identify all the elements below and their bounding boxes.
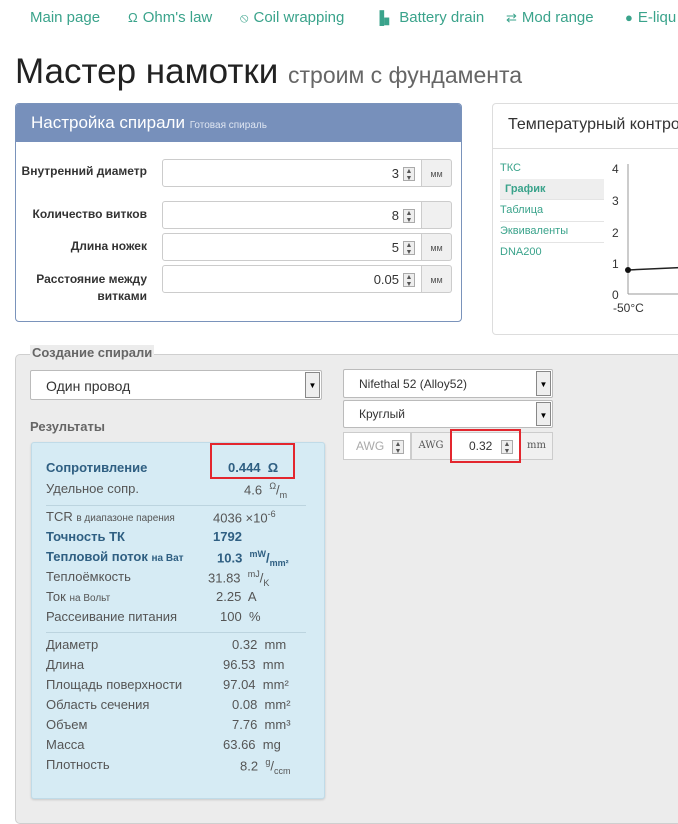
density-value: 8.2 g/ccm xyxy=(240,757,291,776)
accuracy-label: Точность ТК xyxy=(46,529,125,544)
drop-icon: ● xyxy=(625,10,633,25)
tcr-label: TCR в диапазоне парения xyxy=(46,509,175,524)
volume-label: Объем xyxy=(46,717,88,732)
mass-value: 63.66 mg xyxy=(223,737,281,752)
results-title: Результаты xyxy=(30,419,105,434)
nav-coil-wrapping[interactable]: ⦸ Coil wrapping xyxy=(240,9,344,26)
page-title: Мастер намотки строим с фундамента xyxy=(15,52,523,91)
y-tick-3: 3 xyxy=(612,194,619,208)
nav-ohms-law[interactable]: Ω Ohm's law xyxy=(128,9,212,26)
omega-icon: Ω xyxy=(128,10,138,25)
divider xyxy=(493,148,678,149)
diameter-label: Диаметр xyxy=(46,637,99,652)
heat-flux-label: Тепловой поток на Ват xyxy=(46,549,184,564)
x-tick: -50°C xyxy=(613,301,644,315)
spinner-icon[interactable]: ▲ ▼ xyxy=(403,167,415,182)
surface-area-value: 97.04 mm² xyxy=(223,677,289,692)
accuracy-value: 1792 xyxy=(213,529,242,544)
spacing-input[interactable]: 0.05 ▲ ▼ xyxy=(162,265,422,293)
temperature-graph xyxy=(625,164,678,295)
material-select[interactable]: Nifethal 52 (Alloy52) ▼ xyxy=(343,369,553,398)
nav-e-liquid[interactable]: ● E-liqu xyxy=(625,9,676,26)
cross-section-value: 0.08 mm² xyxy=(232,697,291,712)
tcr-value: 4036 ×10-6 xyxy=(213,509,276,526)
surface-area-label: Площадь поверхности xyxy=(46,677,183,692)
spinner-icon[interactable]: ▲ ▼ xyxy=(403,273,415,288)
volume-value: 7.76 mm³ xyxy=(232,717,291,732)
dissipation-value: 100 % xyxy=(220,609,261,624)
length-label: Длина xyxy=(46,657,85,672)
page-subtitle: строим с фундамента xyxy=(288,62,523,88)
current-value: 2.25 A xyxy=(216,589,257,604)
y-tick-4: 4 xyxy=(612,162,619,176)
dissipation-label: Рассеивание питания xyxy=(46,609,178,624)
length-value: 96.53 mm xyxy=(223,657,285,672)
highlight-resistance xyxy=(210,443,295,479)
inner-diameter-label: Внутренний диаметр xyxy=(21,164,147,178)
bar-chart-icon: ▐▖ xyxy=(375,10,395,25)
turns-label: Количество витков xyxy=(32,207,147,221)
heat-flux-value: 10.3 mW/mm² xyxy=(217,549,289,568)
turns-input[interactable]: 8 ▲ ▼ xyxy=(162,201,422,229)
temperature-panel-header: Температурный контро xyxy=(508,116,678,133)
spinner-icon[interactable]: ▲ ▼ xyxy=(403,209,415,224)
cross-section-label: Область сечения xyxy=(46,697,150,712)
coil-settings-header: Настройка спирали Готовая спираль xyxy=(16,104,461,142)
wire-diameter-unit: mm xyxy=(520,432,553,460)
temp-tab-tcr[interactable]: ТКС xyxy=(500,158,604,180)
y-tick-0: 0 xyxy=(612,288,619,302)
spacing-unit: мм xyxy=(422,265,452,293)
top-nav: Main page Ω Ohm's law ⦸ Coil wrapping ▐▖ Ba… xyxy=(0,0,678,36)
spacing-label: Расстояние между витками xyxy=(36,272,147,303)
temp-tab-dna200[interactable]: DNA200 xyxy=(500,242,604,263)
temperature-panel: Температурный контро ТКС График Таблица … xyxy=(492,103,678,335)
inner-diameter-unit: мм xyxy=(422,159,452,187)
inner-diameter-input[interactable]: 3 ▲ ▼ xyxy=(162,159,422,187)
resistance-label: Сопротивление xyxy=(46,460,148,475)
leg-length-input[interactable]: 5 ▲ ▼ xyxy=(162,233,422,261)
diameter-value: 0.32 mm xyxy=(232,637,287,652)
turns-unit xyxy=(422,201,452,229)
coil-creation-legend: Создание спирали xyxy=(30,345,155,360)
heat-capacity-value: 31.83 mJ/K xyxy=(208,569,270,588)
awg-input[interactable]: AWG ▲ ▼ xyxy=(343,432,411,460)
exchange-icon: ⇄ xyxy=(506,10,517,25)
paperclip-icon: ⦸ xyxy=(240,10,249,25)
spinner-icon[interactable]: ▲ ▼ xyxy=(403,241,415,256)
leg-length-label: Длина ножек xyxy=(70,239,147,253)
specific-resistance-value: 4.6 Ω/m xyxy=(244,481,288,500)
current-label: Ток на Вольт xyxy=(46,589,111,604)
chevron-down-icon: ▼ xyxy=(305,372,320,398)
profile-select[interactable]: Круглый ▼ xyxy=(343,400,553,428)
temp-tab-table[interactable]: Таблица xyxy=(500,200,604,222)
leg-length-unit: мм xyxy=(422,233,452,261)
nav-main-page[interactable]: Main page xyxy=(30,9,100,26)
mass-label: Масса xyxy=(46,737,85,752)
chevron-down-icon: ▼ xyxy=(536,402,551,426)
nav-mod-range[interactable]: ⇄ Mod range xyxy=(506,9,594,26)
highlight-diameter xyxy=(450,429,521,463)
density-label: Плотность xyxy=(46,757,110,772)
temp-tab-equivalents[interactable]: Эквиваленты xyxy=(500,221,604,243)
temp-tab-graph[interactable]: График xyxy=(500,179,604,200)
spinner-icon[interactable]: ▲ ▼ xyxy=(392,440,404,455)
divider xyxy=(46,632,306,633)
specific-resistance-label: Удельное сопр. xyxy=(46,481,139,496)
y-tick-2: 2 xyxy=(612,226,619,240)
chevron-down-icon: ▼ xyxy=(536,371,551,396)
heat-capacity-label: Теплоёмкость xyxy=(46,569,131,584)
nav-battery-drain[interactable]: ▐▖ Battery drain xyxy=(375,9,484,26)
awg-label: AWG xyxy=(411,432,451,460)
wire-type-select[interactable]: Один провод ▼ xyxy=(30,370,322,400)
divider xyxy=(46,505,306,506)
y-tick-1: 1 xyxy=(612,257,619,271)
